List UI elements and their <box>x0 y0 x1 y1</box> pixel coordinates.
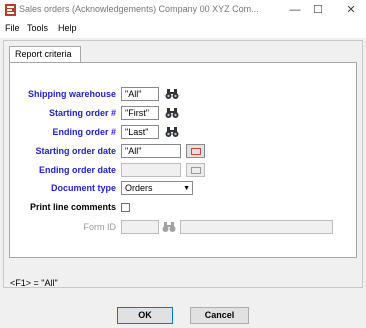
form-id-label: Form ID <box>83 222 117 232</box>
document-type-label: Document type <box>50 183 116 193</box>
ending-order-label: Ending order # <box>52 127 116 137</box>
window-title: Sales orders (Acknowledgements) Company … <box>19 4 259 14</box>
close-button[interactable]: ✕ <box>336 0 366 21</box>
form-id-field[interactable] <box>121 220 159 234</box>
maximize-button[interactable]: ☐ <box>303 0 333 21</box>
starting-order-label: Starting order # <box>48 108 116 118</box>
calendar-icon[interactable] <box>186 163 205 177</box>
form-id-description <box>180 220 333 234</box>
ending-order-date-field[interactable] <box>121 163 181 177</box>
menu-bar <box>0 21 366 38</box>
ending-order-field[interactable]: "Last" <box>121 125 159 139</box>
menu-help[interactable]: Help <box>58 23 77 33</box>
app-icon <box>5 4 16 16</box>
starting-order-date-label: Starting order date <box>35 146 116 156</box>
menu-file[interactable]: File <box>5 23 20 33</box>
binoculars-icon[interactable] <box>165 126 179 138</box>
binoculars-icon[interactable] <box>165 88 179 100</box>
chevron-down-icon: ▼ <box>183 185 190 192</box>
menu-tools[interactable]: Tools <box>27 23 48 33</box>
print-line-comments-checkbox[interactable] <box>121 203 130 212</box>
binoculars-icon[interactable] <box>165 107 179 119</box>
shipping-warehouse-field[interactable]: "All" <box>121 87 159 101</box>
document-type-value: Orders <box>125 183 153 193</box>
cancel-button[interactable]: Cancel <box>190 307 249 324</box>
tab-label: Report criteria <box>15 49 72 59</box>
print-line-comments-label: Print line comments <box>29 202 116 212</box>
document-type-select[interactable]: Orders ▼ <box>121 181 193 195</box>
status-hint: <F1> = "All" <box>10 278 58 288</box>
binoculars-icon[interactable] <box>162 221 176 233</box>
starting-order-date-field[interactable]: "All" <box>121 144 181 158</box>
calendar-icon[interactable] <box>186 144 205 158</box>
shipping-warehouse-label: Shipping warehouse <box>27 89 116 99</box>
ok-button[interactable]: OK <box>117 307 173 324</box>
ending-order-date-label: Ending order date <box>38 165 116 175</box>
starting-order-field[interactable]: "First" <box>121 106 159 120</box>
